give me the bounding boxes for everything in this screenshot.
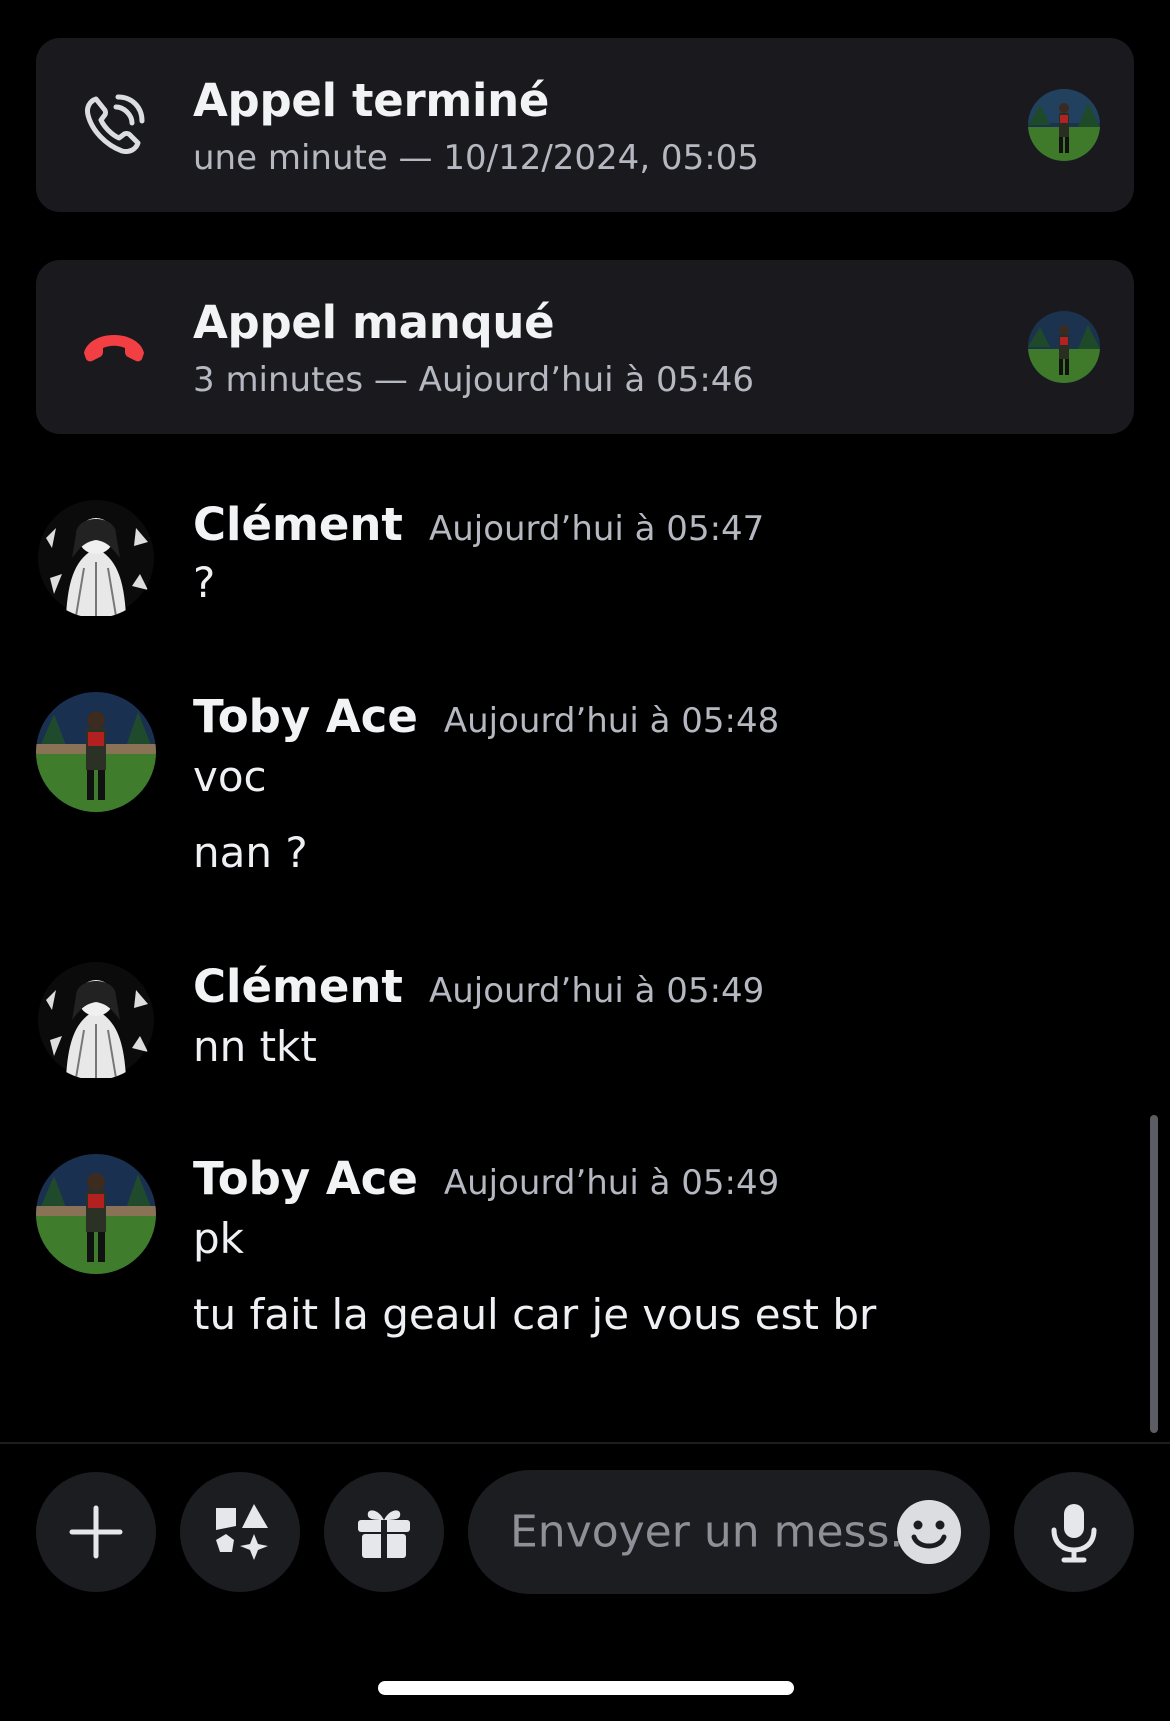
call-duration-date: une minute — 10/12/2024, 05:05 bbox=[193, 138, 759, 178]
avatar[interactable] bbox=[36, 498, 156, 618]
voice-message-button[interactable] bbox=[1014, 1472, 1134, 1592]
home-indicator[interactable] bbox=[378, 1681, 794, 1695]
call-duration-date: 3 minutes — Aujourd’hui à 05:46 bbox=[193, 360, 755, 400]
avatar[interactable] bbox=[36, 960, 156, 1080]
apps-button[interactable] bbox=[180, 1472, 300, 1592]
composer-divider bbox=[0, 1442, 1170, 1444]
message-input-placeholder: Envoyer un mess.. bbox=[510, 1506, 918, 1558]
scrollbar[interactable] bbox=[1150, 1115, 1158, 1433]
add-attachment-button[interactable] bbox=[36, 1472, 156, 1592]
author-name[interactable]: Toby Ace bbox=[193, 1152, 418, 1205]
author-name[interactable]: Clément bbox=[193, 960, 403, 1013]
microphone-icon bbox=[1051, 1504, 1097, 1563]
call-title: Appel terminé bbox=[193, 74, 550, 127]
avatar[interactable] bbox=[36, 692, 156, 812]
emoji-icon[interactable] bbox=[896, 1499, 962, 1565]
plus-icon bbox=[69, 1505, 123, 1559]
message-text: pk bbox=[193, 1214, 244, 1263]
message-text: nan ? bbox=[193, 828, 308, 877]
chat-screen: Appel terminé une minute — 10/12/2024, 0… bbox=[0, 0, 1170, 1721]
avatar bbox=[1028, 89, 1100, 161]
message-input[interactable]: Envoyer un mess.. bbox=[468, 1470, 990, 1594]
gift-button[interactable] bbox=[324, 1472, 444, 1592]
message-text: ? bbox=[193, 558, 216, 607]
call-title: Appel manqué bbox=[193, 296, 555, 349]
avatar[interactable] bbox=[36, 1154, 156, 1274]
message-text: voc bbox=[193, 752, 267, 801]
call-ended-card[interactable]: Appel terminé une minute — 10/12/2024, 0… bbox=[36, 38, 1134, 212]
message-header: Clément Aujourd’hui à 05:47 bbox=[193, 498, 764, 551]
apps-icon bbox=[216, 1504, 268, 1560]
message-text: tu fait la geaul car je vous est br bbox=[193, 1290, 877, 1339]
message-timestamp: Aujourd’hui à 05:47 bbox=[428, 509, 765, 549]
avatar bbox=[1028, 311, 1100, 383]
message-header: Toby Ace Aujourd’hui à 05:48 bbox=[193, 690, 779, 743]
message-text: nn tkt bbox=[193, 1022, 317, 1071]
message-header: Toby Ace Aujourd’hui à 05:49 bbox=[193, 1152, 779, 1205]
call-missed-card[interactable]: Appel manqué 3 minutes — Aujourd’hui à 0… bbox=[36, 260, 1134, 434]
message-timestamp: Aujourd’hui à 05:49 bbox=[443, 1163, 780, 1203]
gift-icon bbox=[358, 1510, 410, 1558]
phone-hangup-icon bbox=[84, 335, 144, 362]
message-header: Clément Aujourd’hui à 05:49 bbox=[193, 960, 764, 1013]
phone-ringing-icon bbox=[85, 94, 145, 154]
author-name[interactable]: Toby Ace bbox=[193, 690, 418, 743]
message-timestamp: Aujourd’hui à 05:49 bbox=[428, 971, 765, 1011]
message-timestamp: Aujourd’hui à 05:48 bbox=[443, 701, 780, 741]
author-name[interactable]: Clément bbox=[193, 498, 403, 551]
